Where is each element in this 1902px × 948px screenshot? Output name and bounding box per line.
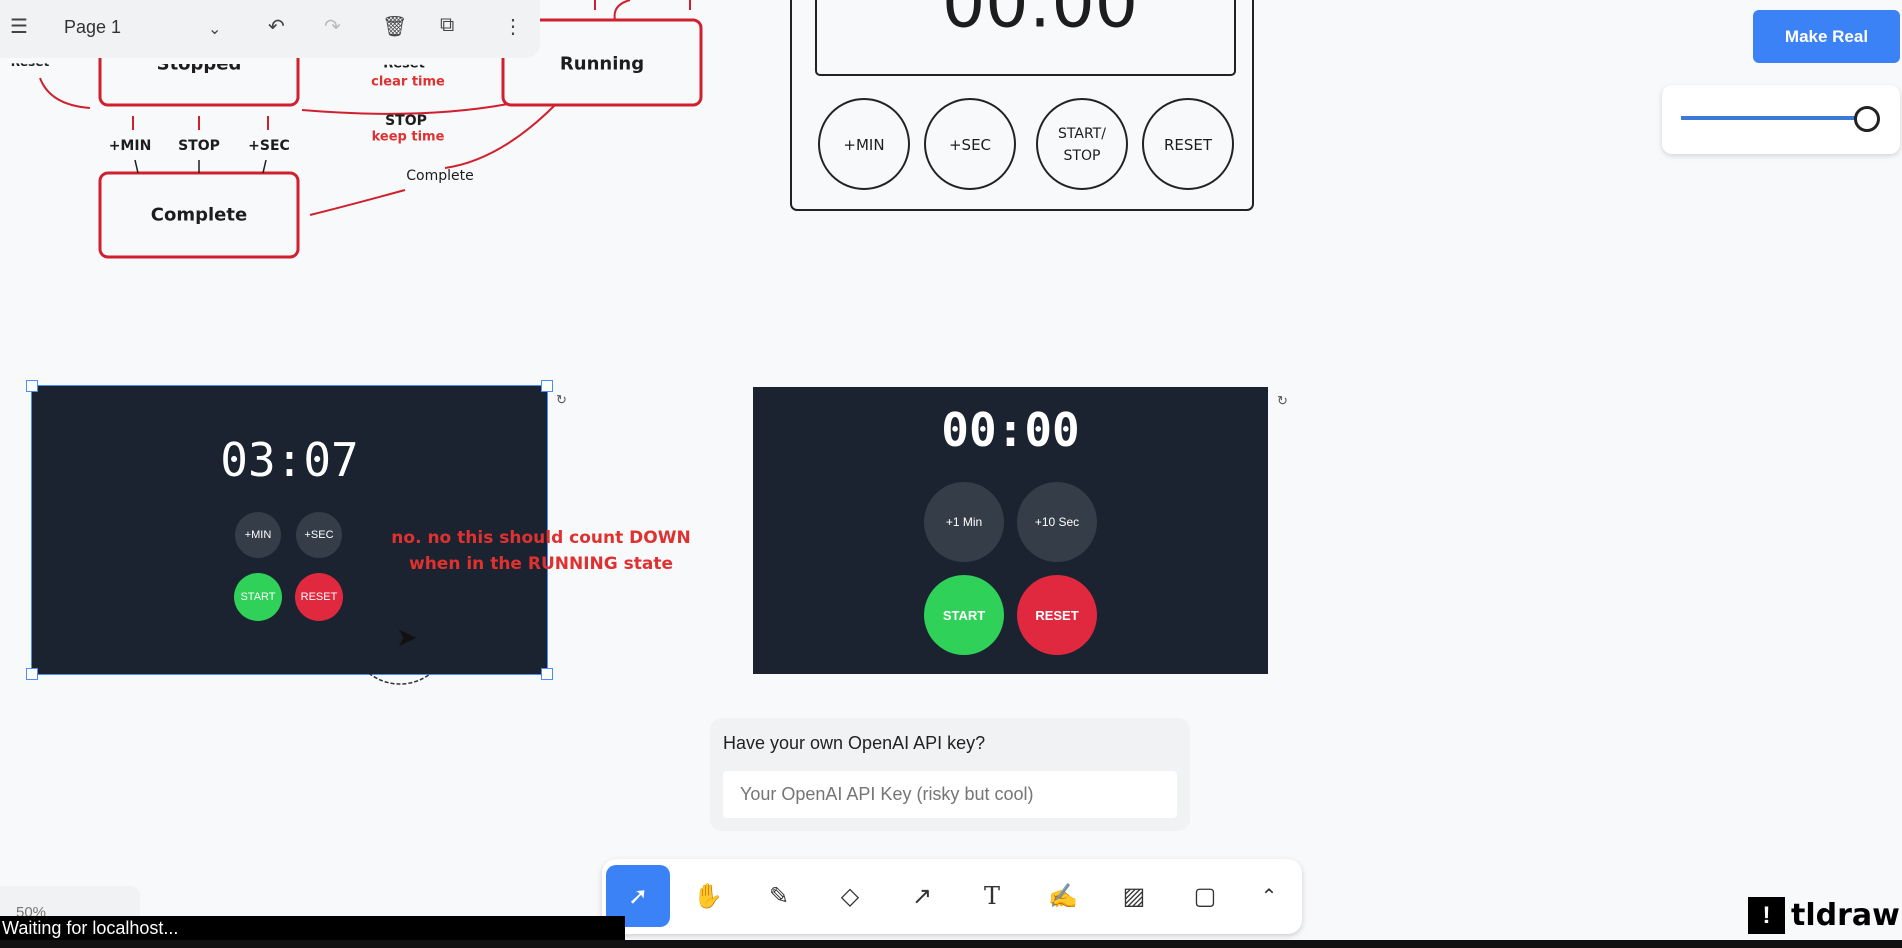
rotate-handle-icon[interactable]: ↻	[556, 392, 567, 408]
pencil-tool-icon[interactable]: ✎	[747, 865, 811, 927]
annotation-line-2: when in the RUNNING state	[408, 554, 674, 574]
note-tool-icon[interactable]: ✍	[1031, 865, 1095, 927]
hand-tool-icon[interactable]: ✋	[676, 865, 740, 927]
annotation-line-1: no. no this should count DOWN	[391, 528, 691, 548]
trash-icon[interactable]: 🗑	[382, 14, 407, 39]
redo-icon[interactable]: ↷	[324, 14, 341, 39]
browser-status-bar: Waiting for localhost...	[0, 916, 625, 941]
tldraw-logo: ! tldraw	[1748, 897, 1900, 934]
mouse-cursor-icon: ➤	[396, 622, 418, 652]
resize-handle-tl[interactable]	[26, 380, 38, 392]
hamburger-menu-icon[interactable]: ☰	[10, 14, 28, 39]
plus-min-button[interactable]: +MIN	[235, 512, 281, 558]
slider-panel	[1662, 85, 1900, 154]
reset-button[interactable]: RESET	[295, 573, 343, 621]
plus-sec-button[interactable]: +SEC	[296, 512, 342, 558]
resize-handle-bl[interactable]	[26, 668, 38, 680]
slider-knob[interactable]	[1854, 106, 1880, 132]
text-tool-icon[interactable]: T	[960, 865, 1024, 927]
start-button[interactable]: START	[924, 575, 1004, 655]
resize-handle-tr[interactable]	[541, 380, 553, 392]
resize-handle-br[interactable]	[541, 668, 553, 680]
toolbar: ➚ ✋ ✎ ◇ ↗ T ✍ ▨ ▢ ⌃	[602, 859, 1302, 934]
stop-label: STOP	[385, 113, 427, 129]
timer-display: 03:07	[220, 433, 359, 487]
tldraw-wordmark: tldraw	[1791, 898, 1900, 933]
plus-min-label: +MIN	[108, 138, 152, 154]
start-button[interactable]: START	[234, 573, 282, 621]
stop-up-label: STOP	[178, 138, 220, 154]
undo-icon[interactable]: ↶	[268, 14, 285, 39]
wireframe-min-button: +MIN	[843, 136, 885, 154]
eraser-tool-icon[interactable]: ◇	[818, 865, 882, 927]
clear-time-label: clear time	[371, 74, 445, 90]
arrow-tool-icon[interactable]: ↗	[890, 865, 954, 927]
timer-display: 00:00	[941, 403, 1080, 457]
more-vertical-icon[interactable]: ⋮	[503, 14, 523, 39]
wireframe-reset-button: RESET	[1163, 136, 1213, 154]
image-tool-icon[interactable]: ▨	[1102, 865, 1166, 927]
make-real-button[interactable]: Make Real	[1753, 10, 1900, 63]
reset-button[interactable]: RESET	[1017, 575, 1097, 655]
tldraw-logo-icon: !	[1748, 897, 1785, 934]
rotate-handle-icon[interactable]: ↻	[1277, 393, 1288, 409]
page-menu: ☰ Page 1 ⌄ ↶ ↷ 🗑 ⧉ ⋮	[0, 0, 540, 58]
state-running-label: Running	[559, 53, 645, 75]
state-complete-label: Complete	[150, 204, 248, 226]
plus-1-min-button[interactable]: +1 Min	[924, 482, 1004, 562]
keep-time-label: keep time	[371, 129, 445, 145]
chevron-up-icon[interactable]: ⌃	[1237, 865, 1301, 927]
plus-10-sec-button[interactable]: +10 Sec	[1017, 482, 1097, 562]
rectangle-tool-icon[interactable]: ▢	[1173, 865, 1237, 927]
complete-transition-label: Complete	[406, 168, 474, 184]
api-key-input[interactable]	[723, 771, 1177, 818]
wireframe-startstop-line2: STOP	[1063, 148, 1101, 164]
bottom-strip	[0, 940, 1902, 948]
api-key-panel: Have your own OpenAI API key?	[710, 718, 1190, 831]
slider-track[interactable]	[1681, 116, 1866, 120]
page-name[interactable]: Page 1	[64, 17, 121, 38]
wireframe-display-text: 00:00	[942, 0, 1138, 44]
wireframe-sec-button: +SEC	[948, 136, 992, 154]
api-key-label: Have your own OpenAI API key?	[723, 733, 986, 753]
wireframe-startstop-line1: START/	[1058, 126, 1106, 142]
plus-sec-label: +SEC	[248, 138, 290, 154]
duplicate-icon[interactable]: ⧉	[440, 14, 454, 37]
chevron-down-icon[interactable]: ⌄	[208, 19, 221, 39]
timer-preview-2[interactable]: 00:00 +1 Min +10 Sec START RESET	[753, 387, 1268, 674]
